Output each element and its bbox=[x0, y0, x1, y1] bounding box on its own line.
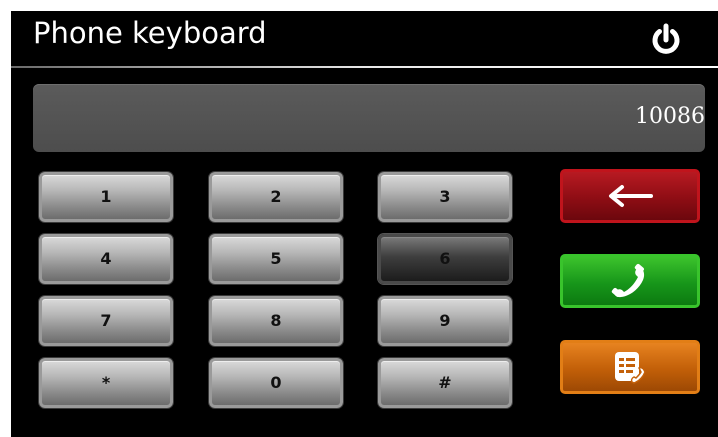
page-title: Phone keyboard bbox=[33, 16, 267, 50]
key-label: * bbox=[101, 373, 111, 392]
contacts-button[interactable] bbox=[560, 340, 700, 394]
key-3[interactable]: 3 bbox=[378, 172, 512, 222]
key-label: 8 bbox=[270, 311, 282, 330]
number-display: 10086 bbox=[33, 84, 705, 152]
key-9[interactable]: 9 bbox=[378, 296, 512, 346]
dialed-number: 10086 bbox=[635, 104, 705, 129]
key-6[interactable]: 6 bbox=[378, 234, 512, 284]
phone-handset-icon bbox=[611, 263, 645, 298]
header-divider bbox=[11, 66, 718, 68]
power-button[interactable] bbox=[647, 21, 685, 59]
key-7[interactable]: 7 bbox=[39, 296, 173, 346]
key-label: 1 bbox=[100, 187, 112, 206]
key-star[interactable]: * bbox=[39, 358, 173, 408]
key-4[interactable]: 4 bbox=[39, 234, 173, 284]
arrow-left-icon bbox=[609, 185, 653, 207]
header-bar: Phone keyboard bbox=[11, 11, 718, 67]
key-label: 0 bbox=[270, 373, 282, 392]
key-label: 5 bbox=[270, 249, 282, 268]
key-label: 6 bbox=[439, 249, 451, 268]
key-hash[interactable]: # bbox=[378, 358, 512, 408]
phone-keyboard-screen: Phone keyboard 10086 1 2 3 4 5 6 7 8 9 *… bbox=[11, 11, 718, 437]
key-8[interactable]: 8 bbox=[209, 296, 343, 346]
backspace-button[interactable] bbox=[560, 169, 700, 223]
key-label: # bbox=[438, 373, 452, 392]
call-button[interactable] bbox=[560, 254, 700, 308]
key-5[interactable]: 5 bbox=[209, 234, 343, 284]
power-icon bbox=[652, 23, 680, 54]
key-2[interactable]: 2 bbox=[209, 172, 343, 222]
contact-book-icon bbox=[615, 352, 646, 384]
key-0[interactable]: 0 bbox=[209, 358, 343, 408]
key-label: 4 bbox=[100, 249, 112, 268]
key-label: 7 bbox=[100, 311, 112, 330]
key-label: 9 bbox=[439, 311, 451, 330]
key-label: 2 bbox=[270, 187, 282, 206]
key-1[interactable]: 1 bbox=[39, 172, 173, 222]
key-label: 3 bbox=[439, 187, 451, 206]
